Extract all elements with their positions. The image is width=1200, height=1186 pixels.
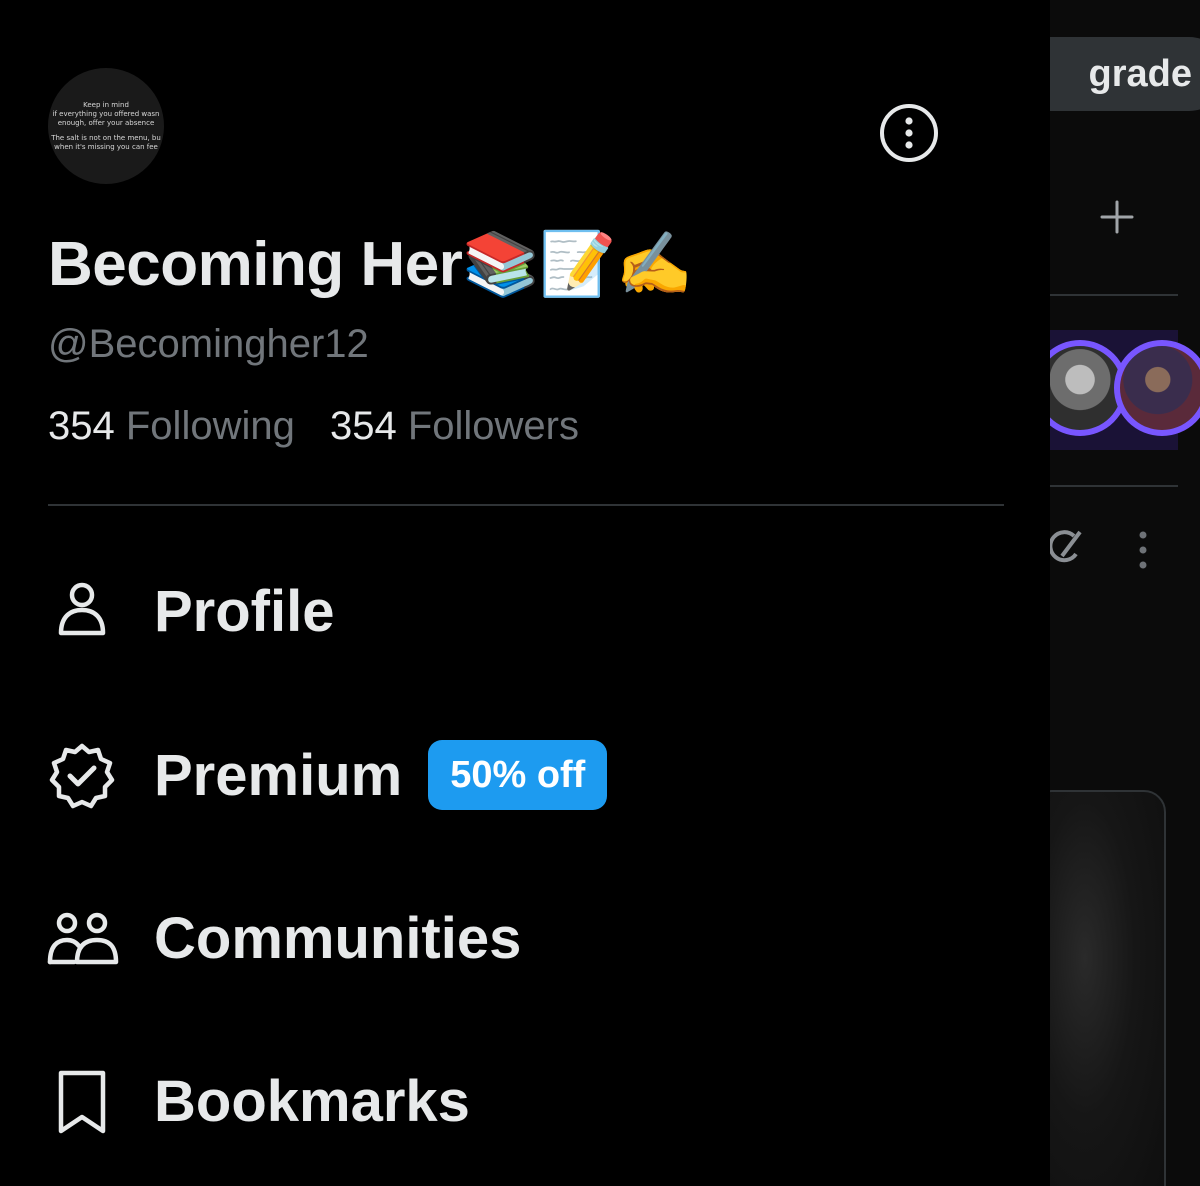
- follow-stats: 354 Following 354 Followers: [48, 404, 603, 449]
- menu-item-profile[interactable]: Profile: [44, 561, 744, 661]
- display-name[interactable]: Becoming Her📚📝✍️: [48, 228, 693, 301]
- spaces-card[interactable]: [1050, 330, 1200, 450]
- following-link[interactable]: 354 Following: [48, 404, 295, 448]
- avatar-text: Keep in mind: [83, 100, 129, 109]
- more-vertical-icon[interactable]: [1138, 530, 1148, 570]
- menu-item-label: Bookmarks: [154, 1068, 470, 1134]
- discount-badge[interactable]: 50% off: [428, 740, 608, 810]
- menu-item-premium[interactable]: Premium 50% off: [44, 725, 744, 825]
- followers-label: Followers: [407, 404, 579, 448]
- menu-item-label: Communities: [154, 905, 522, 971]
- divider: [1050, 485, 1178, 487]
- followers-count: 354: [329, 404, 397, 448]
- bookmark-icon: [44, 1063, 120, 1139]
- verified-badge-icon: [44, 737, 120, 813]
- plus-icon[interactable]: [1100, 200, 1134, 234]
- avatar[interactable]: Keep in mind if everything you offered w…: [48, 68, 164, 184]
- divider: [1050, 294, 1178, 296]
- background-timeline: grade: [1050, 0, 1200, 1186]
- followers-link[interactable]: 354 Followers: [330, 404, 579, 448]
- upgrade-button[interactable]: grade: [1050, 37, 1200, 111]
- following-label: Following: [125, 404, 295, 448]
- navigation-drawer: Keep in mind if everything you offered w…: [0, 0, 1050, 1186]
- avatar-text: The salt is not on the menu, bu: [51, 133, 161, 142]
- communities-icon: [44, 900, 120, 976]
- following-count: 354: [48, 404, 115, 448]
- menu-item-label: Premium: [154, 742, 403, 808]
- user-handle: @Becomingher12: [48, 322, 369, 366]
- avatar-text: when it's missing you can fee: [54, 142, 158, 151]
- avatar-text: if everything you offered wasn: [52, 109, 160, 118]
- menu-item-label: Profile: [154, 578, 335, 644]
- grok-icon[interactable]: [1050, 528, 1084, 568]
- menu-item-bookmarks[interactable]: Bookmarks: [44, 1051, 744, 1151]
- menu-item-communities[interactable]: Communities: [44, 888, 744, 988]
- more-options-icon[interactable]: [878, 102, 940, 164]
- post-media[interactable]: [1050, 790, 1166, 1186]
- avatar: [1114, 340, 1200, 436]
- person-icon: [44, 573, 120, 649]
- divider: [48, 504, 1004, 506]
- avatar-text: enough, offer your absence: [57, 118, 155, 127]
